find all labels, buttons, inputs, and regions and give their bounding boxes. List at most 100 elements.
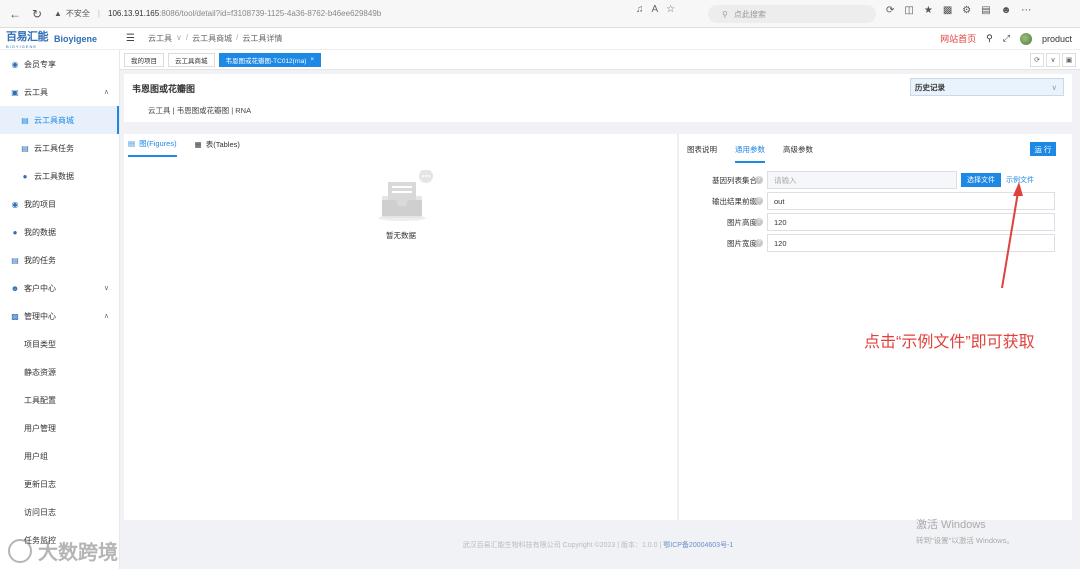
store-icon: ▤ bbox=[21, 115, 29, 125]
brand-watermark: 大数跨境 bbox=[8, 536, 118, 565]
tab-tool-store[interactable]: 云工具商城 bbox=[168, 52, 215, 67]
tab-chart-description[interactable]: 图表说明 bbox=[687, 144, 717, 163]
tool-meta: 云工具 | 韦恩图或花瓣图 | RNA bbox=[148, 106, 252, 115]
sidebar-item-project-types[interactable]: 项目类型 bbox=[0, 330, 119, 358]
menu-toggle-icon[interactable]: ☰ bbox=[126, 33, 140, 44]
sidebar-item-tool-config[interactable]: 工具配置 bbox=[0, 386, 119, 414]
document-icon: ▤ bbox=[21, 143, 29, 153]
sidebar-item-user-management[interactable]: 用户管理 bbox=[0, 414, 119, 442]
insecure-label: 不安全 bbox=[65, 9, 90, 18]
results-panel: ▤ 图(Figures) ▦ 表(Tables) 暂无数据 bbox=[124, 134, 678, 520]
sidebar-item-my-projects[interactable]: ◉ 我的项目 bbox=[0, 190, 119, 218]
favorite-icon[interactable]: ☆ bbox=[666, 4, 675, 15]
app-header: 百易汇能 BIOYIGENE Bioyigene ☰ 云工具 ∨ / 云工具商城… bbox=[0, 28, 1080, 50]
sidebar-item-vip[interactable]: ◉ 会员专享 bbox=[0, 50, 119, 78]
run-button[interactable]: 运 行 bbox=[1030, 142, 1056, 156]
chevron-down-icon[interactable]: ∨ bbox=[1046, 53, 1060, 67]
more-icon[interactable]: ⋯ bbox=[1021, 5, 1031, 16]
chevron-down-icon: ∨ bbox=[176, 33, 182, 42]
empty-text: 暂无数据 bbox=[386, 231, 416, 240]
sidebar-item-admin-center[interactable]: ▩ 管理中心 ∧ bbox=[0, 302, 119, 330]
breadcrumb-item[interactable]: 云工具商城 bbox=[192, 33, 232, 44]
windows-activation-watermark: 激活 Windows 转到"设置"以激活 Windows。 bbox=[916, 519, 1014, 545]
logo-en: Bioyigene bbox=[54, 33, 98, 44]
browser-search-placeholder: 点此搜索 bbox=[733, 9, 766, 19]
help-icon[interactable]: ? bbox=[755, 176, 763, 184]
help-icon[interactable]: ? bbox=[755, 197, 763, 205]
icp-link[interactable]: 鄂ICP备20004603号-1 bbox=[663, 542, 733, 549]
refresh-tab-icon[interactable]: ⟳ bbox=[1030, 53, 1044, 67]
tab-venn[interactable]: 韦恩图或花瓣图-TC012(rna) × bbox=[218, 52, 322, 67]
help-icon[interactable]: ? bbox=[755, 239, 763, 247]
warning-icon: ▲ bbox=[54, 9, 62, 18]
help-icon[interactable]: ? bbox=[755, 218, 763, 226]
user-name[interactable]: product bbox=[1042, 34, 1072, 44]
address-bar[interactable]: ▲ 不安全 | 106.13.91.165:8086/tool/detail?i… bbox=[54, 4, 381, 24]
favorites-icon[interactable]: ★ bbox=[924, 5, 933, 16]
monitor-icon: ▣ bbox=[11, 87, 19, 97]
sidebar-item-tool-tasks[interactable]: ▤ 云工具任务 bbox=[0, 134, 119, 162]
back-icon[interactable]: ← bbox=[6, 5, 24, 23]
close-icon[interactable]: × bbox=[310, 56, 314, 63]
read-aloud-icon[interactable]: ♫ bbox=[636, 4, 644, 15]
tool-header-card: 韦恩图或花瓣图 云工具 | 韦恩图或花瓣图 | RNA 历史记录 ∨ bbox=[124, 74, 1072, 122]
sidebar-item-customer-center[interactable]: ☻ 客户中心 ∨ bbox=[0, 274, 119, 302]
tab-advanced-params[interactable]: 高级参数 bbox=[783, 144, 813, 163]
logo[interactable]: 百易汇能 BIOYIGENE Bioyigene bbox=[0, 28, 120, 49]
url-host: 106.13.91.165 bbox=[108, 9, 160, 18]
user-icon: ☻ bbox=[10, 283, 20, 293]
sidebar-item-cloud-tools[interactable]: ▣ 云工具 ∧ bbox=[0, 78, 119, 106]
split-screen-icon[interactable]: ◫ bbox=[904, 5, 913, 16]
sidebar-item-tool-data[interactable]: ● 云工具数据 bbox=[0, 162, 119, 190]
avatar[interactable] bbox=[1019, 32, 1032, 45]
grid-icon: ▩ bbox=[11, 311, 19, 321]
chevron-up-icon: ∧ bbox=[103, 89, 109, 96]
breadcrumb: 云工具 ∨ / 云工具商城 / 云工具详情 bbox=[148, 33, 283, 44]
sidebar-item-my-data[interactable]: ● 我的数据 bbox=[0, 218, 119, 246]
sidebar: ◉ 会员专享 ▣ 云工具 ∧ ▤ 云工具商城 ▤ 云工具任务 ● 云工具数据 ◉ 我的项目 ●… bbox=[0, 50, 120, 569]
history-select[interactable]: 历史记录 ∨ bbox=[910, 78, 1064, 96]
sidebar-item-my-tasks[interactable]: ▤ 我的任务 bbox=[0, 246, 119, 274]
brand-logo-icon bbox=[8, 538, 32, 563]
annotation-arrow-icon bbox=[1001, 182, 1023, 289]
sidebar-item-access-log[interactable]: 访问日志 bbox=[0, 498, 119, 526]
vip-icon: ◉ bbox=[11, 59, 19, 69]
tab-general-params[interactable]: 通用参数 bbox=[735, 144, 765, 163]
browser-toolbar: ← ↻ ▲ 不安全 | 106.13.91.165:8086/tool/deta… bbox=[0, 0, 1080, 28]
data-icon: ● bbox=[12, 227, 18, 237]
logo-sub: BIOYIGENE bbox=[6, 44, 38, 49]
fullscreen-icon[interactable]: ⤢ bbox=[1003, 33, 1010, 44]
tab-tables[interactable]: ▦ 表(Tables) bbox=[195, 138, 240, 157]
sidebar-item-tool-store[interactable]: ▤ 云工具商城 bbox=[0, 106, 119, 134]
extensions-icon[interactable]: ⚙ bbox=[962, 5, 971, 16]
empty-inbox-icon bbox=[378, 170, 433, 221]
sidebar-item-changelog[interactable]: 更新日志 bbox=[0, 470, 119, 498]
chevron-up-icon: ∧ bbox=[103, 313, 109, 320]
project-icon: ◉ bbox=[11, 199, 19, 209]
chevron-down-icon: ∨ bbox=[103, 285, 109, 292]
page-tabs: 我的项目 云工具商城 韦恩图或花瓣图-TC012(rna) × ⟳ ∨ ▣ bbox=[120, 50, 1080, 70]
wallet-icon[interactable]: ▤ bbox=[981, 5, 990, 16]
profile-icon[interactable]: ☻ bbox=[1001, 5, 1012, 16]
search-icon[interactable]: ⚲ bbox=[986, 33, 993, 44]
expand-icon[interactable]: ▣ bbox=[1062, 53, 1076, 67]
breadcrumb-item[interactable]: 云工具 bbox=[148, 33, 172, 44]
logo-cn: 百易汇能 bbox=[6, 31, 49, 43]
search-icon: ⚲ bbox=[722, 9, 728, 19]
site-home-link[interactable]: 网站首页 bbox=[940, 32, 976, 45]
tab-figures[interactable]: ▤ 图(Figures) bbox=[128, 138, 177, 157]
tab-my-projects[interactable]: 我的项目 bbox=[124, 52, 164, 67]
breadcrumb-item: 云工具详情 bbox=[242, 34, 283, 43]
mic-icon: ● bbox=[22, 171, 28, 181]
sidebar-item-user-groups[interactable]: 用户组 bbox=[0, 442, 119, 470]
reload-icon[interactable]: ↻ bbox=[28, 5, 46, 23]
table-icon: ▦ bbox=[194, 140, 202, 149]
annotation-text: 点击“示例文件”即可获取 bbox=[864, 334, 1035, 351]
sidebar-item-static-resources[interactable]: 静态资源 bbox=[0, 358, 119, 386]
text-size-icon[interactable]: A bbox=[652, 4, 659, 15]
refresh-icon[interactable]: ⟳ bbox=[886, 5, 894, 16]
browser-search[interactable]: ⚲ 点此搜索 bbox=[708, 5, 876, 23]
document-icon: ▤ bbox=[128, 139, 136, 148]
collections-icon[interactable]: ▩ bbox=[943, 5, 952, 16]
gene-list-input[interactable]: 请输入 bbox=[767, 171, 957, 189]
